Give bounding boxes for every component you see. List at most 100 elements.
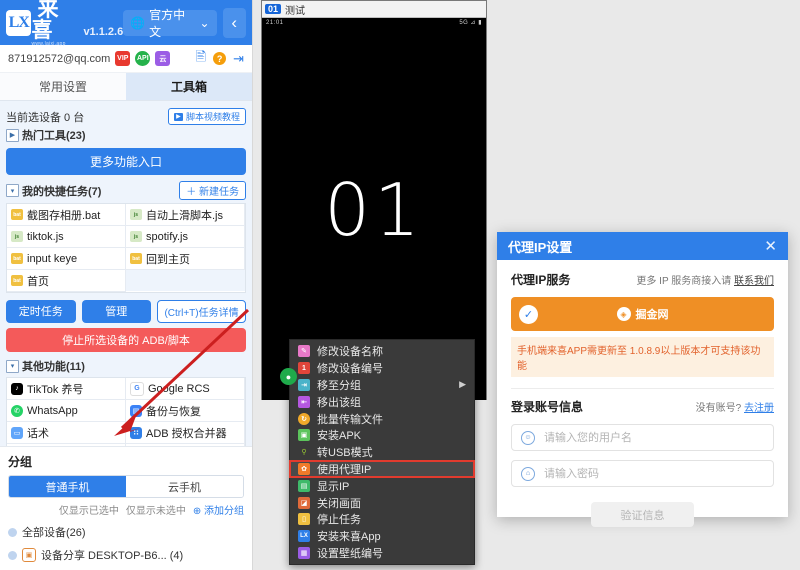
add-group-button[interactable]: ⊕ 添加分组 (193, 502, 244, 517)
app-version: v1.1.2.6 (83, 26, 124, 38)
chevron-right-icon: ▶ (459, 379, 466, 390)
list-item[interactable]: ▣ 设备分享 DESKTOP-B6... (4) (8, 547, 244, 563)
list-item[interactable]: js tiktok.js (7, 226, 126, 248)
verify-info-button[interactable]: 验证信息 (591, 502, 694, 527)
list-item[interactable]: js spotify.js (126, 226, 245, 248)
segment-normal-phone[interactable]: 普通手机 (9, 476, 126, 497)
collapse-panel-button[interactable]: ‹ (222, 7, 246, 38)
list-item[interactable]: js 自动上滑脚本.js (126, 204, 245, 226)
dialog-title: 代理IP设置 (508, 239, 573, 255)
list-item[interactable]: ∷ ADB 授权合并器 (126, 422, 245, 444)
status-indicators: 5G ⊿ ▮ (459, 20, 482, 26)
grouping-section: 分组 普通手机 云手机 仅显示已选中 仅显示未选中 ⊕ 添加分组 全部设备(26… (0, 446, 252, 570)
list-item[interactable]: 全部设备(26) (8, 524, 244, 540)
service-card-juejin[interactable]: ✓ ◈ 掘金网 (511, 297, 774, 331)
vip-badge[interactable]: VIP (115, 51, 131, 66)
device-status-avatar: ● (280, 368, 297, 385)
quick-task-grid: bat 截图存相册.bat js 自动上滑脚本.js js tiktok.js js s… (6, 203, 246, 293)
scheduled-task-button[interactable]: 定时任务 (6, 300, 76, 323)
remove-from-group-icon: ⇤ (298, 395, 310, 408)
new-task-button[interactable]: ＋ 新建任务 (179, 181, 246, 200)
tab-common-settings[interactable]: 常用设置 (0, 73, 126, 100)
feature-label: 话术 (27, 427, 49, 440)
api-badge[interactable]: API (135, 51, 151, 66)
menu-item-label: 安装来喜App (317, 531, 381, 544)
menu-item-batch-transfer-files[interactable]: ↻ 批量传输文件 (290, 410, 474, 427)
lock-icon: ⌂ (521, 466, 535, 481)
account-email: 871912572@qq.com (8, 52, 111, 65)
menu-item-use-proxy-ip[interactable]: ✿ 使用代理IP (289, 459, 475, 479)
menu-item-remove-from-group[interactable]: ⇤ 移出该组 (290, 393, 474, 410)
menu-item-rename-device[interactable]: ✎ 修改设备名称 (290, 343, 474, 360)
stop-adb-script-button[interactable]: 停止所选设备的 ADB/脚本 (6, 328, 246, 352)
task-label: 截图存相册.bat (27, 209, 101, 222)
menu-item-install-apk[interactable]: ▣ 安装APK (290, 427, 474, 444)
tab-toolbox[interactable]: 工具箱 (126, 73, 252, 100)
google-icon: G (130, 381, 144, 396)
js-file-icon: js (11, 231, 23, 242)
check-icon: ✓ (519, 304, 538, 324)
list-item[interactable]: ♪ TikTok 养号 (7, 378, 126, 400)
task-label: spotify.js (146, 230, 188, 243)
password-input[interactable] (542, 466, 764, 481)
help-icon[interactable]: ? (213, 52, 227, 65)
bat-file-icon: bat (11, 275, 23, 286)
proxy-ip-dialog: 代理IP设置 ✕ 代理IP服务 更多 IP 服务商接入请 联系我们 ✓ ◈ 掘金… (497, 232, 788, 527)
collapse-triangle-icon[interactable]: ▾ (6, 359, 19, 373)
task-detail-button[interactable]: (Ctrl+T)任务详情 (157, 300, 246, 323)
segment-cloud-phone[interactable]: 云手机 (126, 476, 243, 497)
menu-item-switch-usb-mode[interactable]: ⚲ 转USB模式 (290, 444, 474, 461)
menu-item-show-ip[interactable]: ▤ 显示IP (290, 477, 474, 494)
close-icon[interactable]: ✕ (764, 237, 777, 255)
brand-title-block: 来喜 www.laixi.app (31, 0, 78, 47)
collapse-triangle-icon[interactable]: ▾ (6, 184, 19, 197)
device-share-icon: ▣ (22, 548, 36, 562)
menu-item-install-laixi-app[interactable]: LX 安装来喜App (290, 528, 474, 545)
contact-us-link[interactable]: 联系我们 (734, 276, 774, 287)
list-item[interactable]: bat input keye (7, 248, 126, 270)
language-selector[interactable]: 🌐 官方中文 ⌄ (123, 8, 217, 39)
wallpaper-number-icon: ▦ (298, 546, 310, 559)
list-item[interactable]: bat 回到主页 (126, 248, 245, 270)
list-item[interactable]: bat 首页 (7, 270, 126, 292)
list-item[interactable]: ✆ WhatsApp (7, 400, 126, 422)
list-item[interactable]: ▭ 话术 (7, 422, 126, 444)
hot-tools-row[interactable]: ▶ 热门工具(23) (6, 127, 246, 143)
more-features-button[interactable]: 更多功能入口 (6, 148, 246, 175)
menu-item-label: 安装APK (317, 430, 362, 443)
username-field-wrapper[interactable]: ☺ (511, 424, 774, 451)
feedback-icon[interactable]: 🖹 (196, 48, 206, 70)
password-field-wrapper[interactable]: ⌂ (511, 460, 774, 487)
feature-label: WhatsApp (27, 404, 78, 417)
menu-item-stop-task[interactable]: ▯ 停止任务 (290, 511, 474, 528)
menu-item-label: 移至分组 (317, 379, 361, 392)
filter-show-unselected[interactable]: 仅显示未选中 (126, 502, 186, 517)
globe-icon: 🌐 (130, 15, 146, 30)
menu-item-set-wallpaper-number[interactable]: ▦ 设置壁纸编号 (290, 545, 474, 562)
move-to-group-icon: ⇥ (298, 378, 310, 391)
service-section-header: 代理IP服务 更多 IP 服务商接入请 联系我们 (511, 271, 774, 288)
username-input[interactable] (542, 430, 764, 445)
grouping-title: 分组 (8, 455, 33, 469)
menu-item-edit-device-number[interactable]: 1 修改设备编号 (290, 360, 474, 377)
group-label: 全部设备(26) (22, 527, 86, 539)
list-item[interactable]: bat 截图存相册.bat (7, 204, 126, 226)
cloud-badge[interactable]: 云 (155, 51, 171, 66)
video-tutorial-button[interactable]: ▶ 脚本视频教程 (167, 108, 246, 125)
juejin-logo-icon: ◈ (616, 307, 631, 321)
menu-item-close-screen[interactable]: ◪ 关闭画面 (290, 494, 474, 511)
other-features-header: ▾ 其他功能(11) (6, 358, 246, 374)
edit-name-icon: ✎ (298, 345, 310, 358)
manage-button[interactable]: 管理 (81, 300, 152, 323)
list-item[interactable]: G Google RCS (126, 378, 245, 400)
filter-show-selected[interactable]: 仅显示已选中 (59, 502, 119, 517)
feature-label: 备份与恢复 (146, 405, 201, 418)
bat-file-icon: bat (11, 253, 23, 264)
register-link[interactable]: 去注册 (744, 403, 774, 414)
menu-item-label: 停止任务 (317, 514, 361, 527)
other-features-grid: ♪ TikTok 养号 G Google RCS ✆ WhatsApp ▤ 备份与恢复 … (6, 377, 246, 446)
logout-icon[interactable]: ⇥ (233, 51, 244, 67)
list-item[interactable]: ▤ 备份与恢复 (126, 400, 245, 422)
menu-item-move-to-group[interactable]: ⇥ 移至分组 ▶ (290, 377, 474, 394)
adb-merge-icon: ∷ (130, 426, 142, 439)
